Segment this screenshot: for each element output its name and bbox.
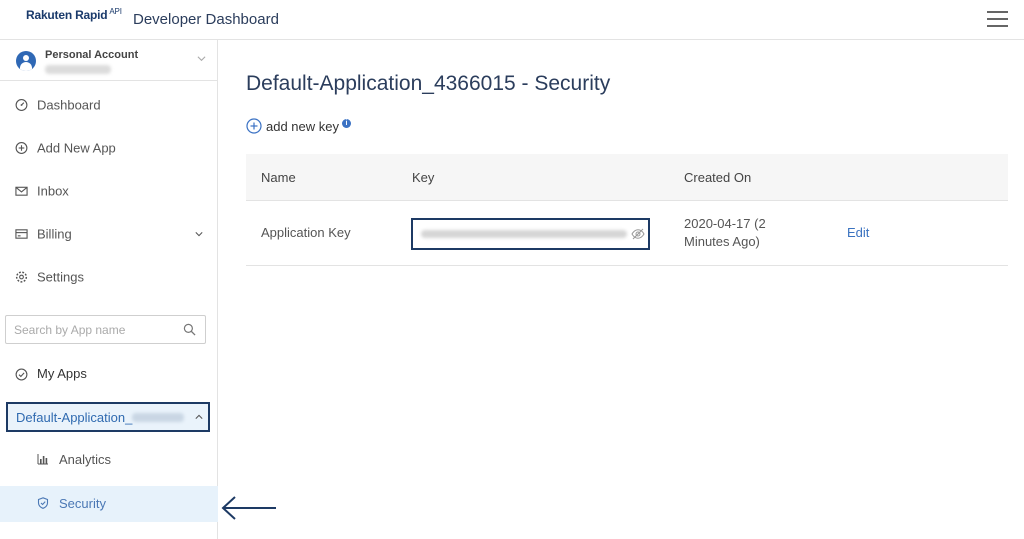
column-header-key: Key bbox=[412, 170, 435, 185]
sidebar-item-inbox[interactable]: Inbox bbox=[0, 169, 218, 212]
brand-suffix: API bbox=[109, 7, 122, 16]
page-title: Default-Application_4366015 - Security bbox=[246, 72, 611, 95]
add-new-key-label: add new key bbox=[266, 119, 339, 134]
plus-circle-icon bbox=[15, 141, 28, 154]
chevron-up-icon bbox=[195, 414, 203, 419]
sidebar-item-label: Analytics bbox=[59, 452, 112, 467]
user-avatar-icon bbox=[16, 51, 36, 71]
sidebar-item-label: Security bbox=[59, 496, 106, 511]
my-apps-heading: My Apps bbox=[0, 353, 218, 396]
eye-hidden-icon[interactable] bbox=[631, 228, 645, 240]
app-title: Developer Dashboard bbox=[133, 11, 279, 28]
app-selector-label: Default-Application_ bbox=[16, 410, 133, 425]
account-id-redacted bbox=[45, 65, 111, 74]
column-header-created-on: Created On bbox=[684, 170, 752, 185]
column-header-name: Name bbox=[261, 170, 296, 185]
sidebar: Personal Account Dashboard Add New App I… bbox=[0, 40, 218, 539]
key-value-redacted bbox=[421, 230, 627, 238]
bar-chart-icon bbox=[37, 454, 48, 465]
brand-name: Rakuten Rapid bbox=[26, 8, 108, 22]
mail-icon bbox=[15, 184, 28, 197]
sidebar-item-add-new-app[interactable]: Add New App bbox=[0, 126, 218, 169]
dashboard-icon bbox=[15, 98, 28, 111]
table-header: Name Key Created On bbox=[246, 154, 1008, 201]
app-id-redacted bbox=[132, 413, 184, 422]
my-apps-label: My Apps bbox=[37, 366, 87, 381]
sidebar-item-label: Settings bbox=[37, 269, 84, 284]
shield-icon bbox=[37, 497, 49, 509]
application-key-field[interactable] bbox=[411, 218, 650, 250]
sidebar-item-security[interactable]: Security bbox=[0, 486, 218, 522]
sidebar-item-label: Dashboard bbox=[37, 97, 101, 112]
top-bar: Rakuten Rapid API Developer Dashboard bbox=[0, 0, 1024, 40]
sidebar-item-label: Billing bbox=[37, 226, 72, 241]
app-selector[interactable]: Default-Application_ bbox=[6, 402, 210, 432]
sidebar-item-billing[interactable]: Billing bbox=[0, 212, 218, 255]
app-search-input[interactable] bbox=[14, 321, 174, 339]
gear-icon bbox=[15, 270, 28, 283]
edit-key-link[interactable]: Edit bbox=[847, 225, 869, 240]
sidebar-item-label: Add New App bbox=[37, 140, 116, 155]
sidebar-item-dashboard[interactable]: Dashboard bbox=[0, 83, 218, 126]
account-switcher[interactable]: Personal Account bbox=[0, 40, 218, 81]
created-on-value: 2020-04-17 (2 Minutes Ago) bbox=[684, 216, 766, 249]
account-name: Personal Account bbox=[45, 49, 139, 61]
sidebar-item-label: Inbox bbox=[37, 183, 69, 198]
search-icon[interactable] bbox=[183, 323, 196, 336]
hamburger-menu-icon[interactable] bbox=[987, 10, 1008, 28]
billing-icon bbox=[15, 227, 28, 240]
table-row: Application Key 2020-04-17 (2 Minutes Ag… bbox=[246, 201, 1008, 266]
chevron-down-icon bbox=[195, 231, 203, 236]
pointer-arrow-icon bbox=[221, 496, 276, 520]
check-circle-icon bbox=[15, 368, 28, 381]
chevron-down-icon[interactable] bbox=[197, 54, 206, 63]
sidebar-item-settings[interactable]: Settings bbox=[0, 255, 218, 298]
info-icon[interactable]: i bbox=[342, 119, 351, 128]
app-search-field[interactable] bbox=[5, 315, 206, 344]
sidebar-item-analytics[interactable]: Analytics bbox=[0, 442, 218, 478]
brand-logo[interactable]: Rakuten Rapid API bbox=[26, 7, 122, 22]
key-name: Application Key bbox=[261, 225, 351, 240]
plus-circle-icon bbox=[246, 118, 262, 134]
